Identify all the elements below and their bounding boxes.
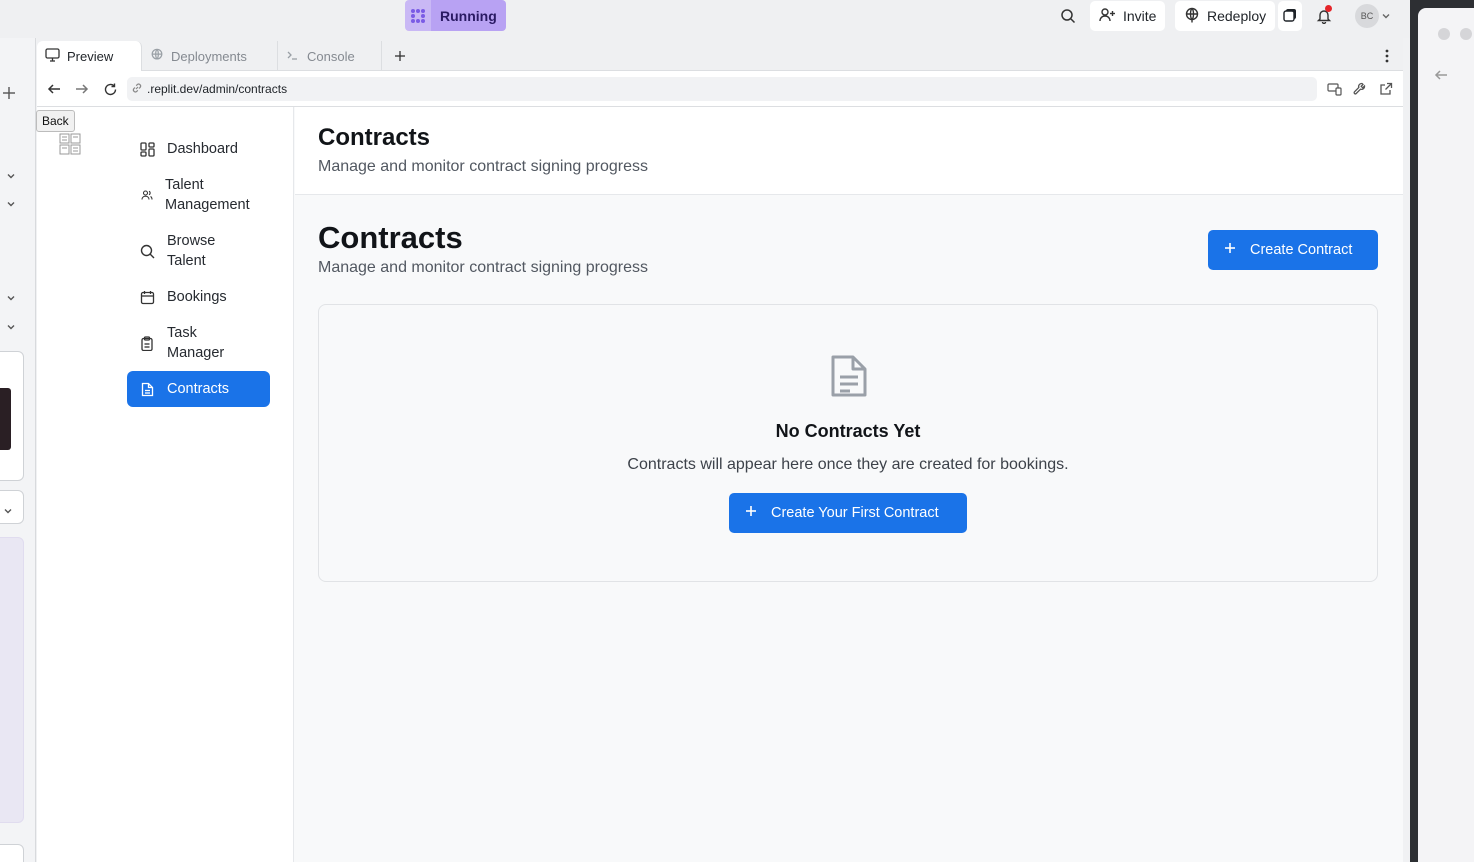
sidebar-item-talent-management[interactable]: Talent Management [127,175,270,215]
chevron-down-icon[interactable] [6,321,16,335]
users-icon [139,187,155,203]
file-text-icon [139,381,155,397]
tab-console[interactable]: Console [278,41,382,71]
empty-state-text: Contracts will appear here once they are… [627,456,1069,473]
create-contract-button[interactable]: Create Contract [1208,230,1378,270]
sidebar-item-contracts[interactable]: Contracts [127,371,270,407]
add-user-icon [1099,7,1116,26]
back-tooltip: Back [36,110,75,132]
search-icon [139,243,155,259]
bottom-card[interactable] [0,844,24,862]
redeploy-button[interactable]: Redeploy [1175,1,1276,31]
sidebar-item-label: Contracts [167,381,230,397]
deploy-globe-icon [150,48,164,65]
dashboard-icon [139,141,155,157]
deploy-globe-icon [1184,7,1200,26]
tab-preview[interactable]: Preview [37,41,142,71]
invite-button[interactable]: Invite [1090,1,1166,31]
section-title: Contracts [318,220,463,255]
user-avatar[interactable]: BC [1355,4,1379,28]
app-sidebar: Dashboard Talent Management Browse Talen… [37,107,294,862]
tab-console-label: Console [307,48,355,64]
file-tree-strip [0,38,36,862]
plus-icon [1224,242,1236,258]
empty-state-card: No Contracts Yet Contracts will appear h… [318,304,1378,582]
new-tab-button[interactable] [386,41,414,71]
plus-icon[interactable] [2,86,16,103]
tab-deployments[interactable]: Deployments [142,41,278,71]
wrench-icon[interactable] [1351,80,1369,98]
more-options-icon[interactable] [1377,41,1397,71]
layout-toggle-button[interactable] [1278,1,1302,31]
link-icon [131,82,143,97]
redeploy-label: Redeploy [1207,8,1267,24]
tab-deployments-label: Deployments [171,48,247,64]
chevron-down-icon[interactable] [6,198,16,212]
side-panel [0,537,24,823]
pane-divider[interactable] [1403,38,1410,862]
chevron-down-icon[interactable] [1379,4,1393,28]
secondary-window-content [1418,8,1474,862]
url-text: .replit.dev/admin/contracts [147,82,288,96]
page-subtitle: Manage and monitor contract signing prog… [318,158,648,175]
sidebar-item-task-manager[interactable]: Task Manager [127,323,270,363]
notifications-bell-icon[interactable] [1312,4,1336,28]
page-header: Contracts Manage and monitor contract si… [295,107,1403,195]
layers-icon [1282,7,1298,26]
url-input[interactable]: .replit.dev/admin/contracts [127,77,1317,101]
arrow-left-icon[interactable] [45,80,63,98]
plus-icon [745,505,757,521]
devices-icon[interactable] [1325,80,1343,98]
replit-logo-icon [405,0,431,31]
preview-card[interactable] [0,351,24,481]
arrow-right-icon[interactable] [73,80,91,98]
app-logo-icon[interactable] [59,133,81,155]
arrow-left-icon[interactable] [1434,68,1448,87]
open-external-icon[interactable] [1377,80,1395,98]
notification-dot [1325,5,1332,12]
sidebar-item-label: Dashboard [167,141,238,157]
run-status[interactable]: Running [405,0,506,31]
terminal-icon [286,48,300,65]
create-contract-label: Create Contract [1250,242,1353,258]
create-first-contract-label: Create Your First Contract [771,505,939,521]
sidebar-item-label: Talent Management [165,177,250,213]
sidebar-item-label: Task Manager [167,325,225,361]
plus-icon [395,51,405,61]
workspace-topbar: Running Invite Redeploy BC [0,0,1410,38]
pane-tabs: Preview Deployments Console [37,38,1403,71]
section-subtitle: Manage and monitor contract signing prog… [318,259,648,276]
window-control-dot[interactable] [1460,28,1472,40]
page-title: Contracts [318,124,431,151]
chevron-down-icon[interactable] [6,292,16,306]
window-control-dot[interactable] [1438,28,1450,40]
run-status-label[interactable]: Running [431,0,506,31]
search-icon[interactable] [1056,4,1080,28]
calendar-icon [139,289,155,305]
clipboard-icon [139,335,155,351]
sidebar-item-bookings[interactable]: Bookings [127,287,270,307]
refresh-icon[interactable] [101,80,119,98]
app-preview: Dashboard Talent Management Browse Talen… [37,107,1403,862]
sidebar-item-label: Browse Talent [167,233,216,269]
tab-preview-label: Preview [67,48,114,64]
sidebar-item-label: Bookings [167,289,227,305]
monitor-icon [45,47,60,65]
chevron-down-icon[interactable] [6,170,16,184]
invite-label: Invite [1123,8,1157,24]
sidebar-item-browse-talent[interactable]: Browse Talent [127,231,270,271]
document-icon [829,353,869,399]
preview-urlbar: .replit.dev/admin/contracts [37,71,1403,107]
empty-state-title: No Contracts Yet [775,421,921,441]
sidebar-item-dashboard[interactable]: Dashboard [127,139,270,159]
collapse-card[interactable] [0,490,24,524]
create-first-contract-button[interactable]: Create Your First Contract [729,493,967,533]
